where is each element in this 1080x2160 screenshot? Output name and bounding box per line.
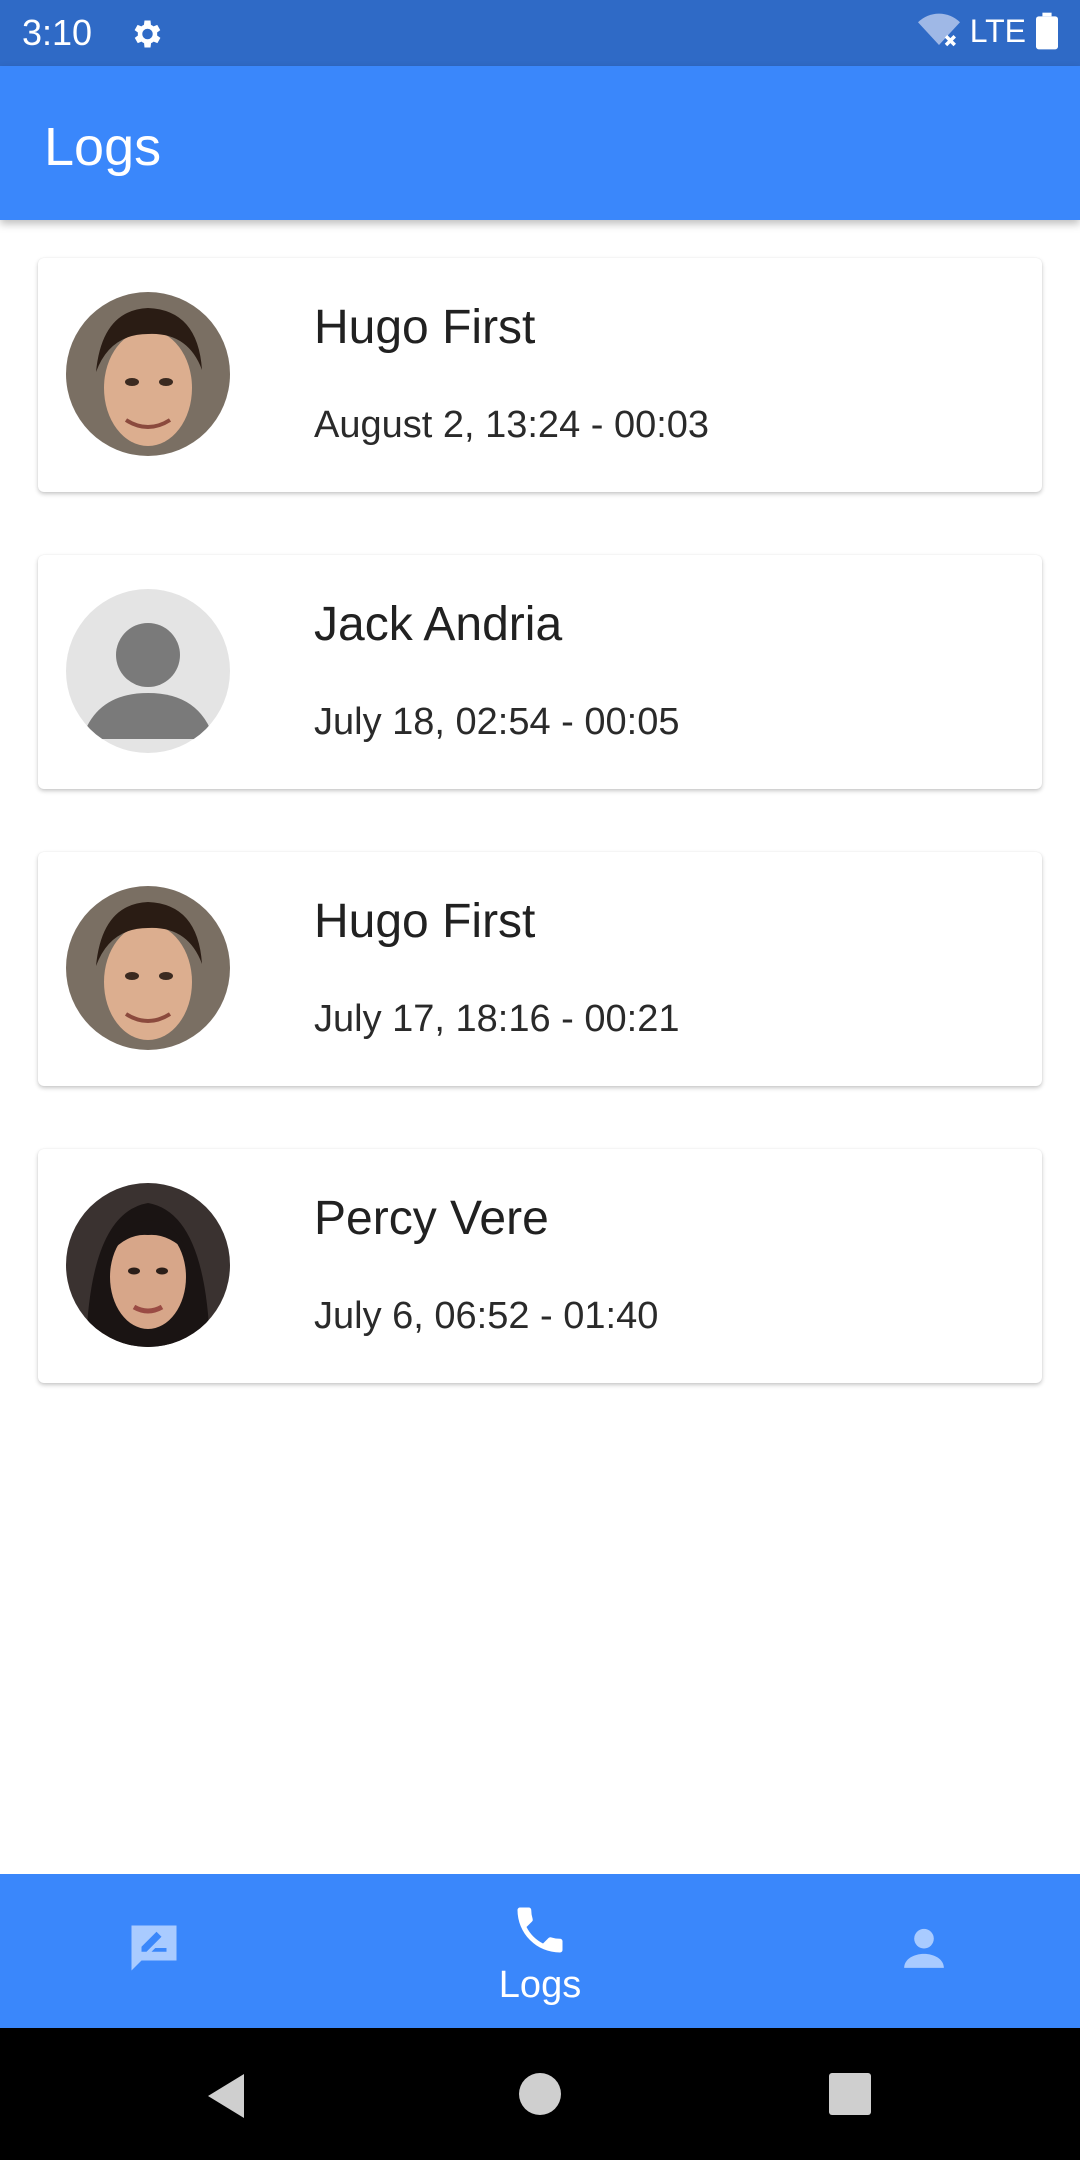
contact-name: Hugo First — [314, 895, 536, 948]
app-bar: Logs — [0, 66, 1080, 220]
gear-icon — [134, 20, 161, 48]
battery-icon — [1036, 12, 1058, 50]
page-title: Logs — [44, 117, 162, 177]
log-item[interactable]: Hugo First August 2, 13:24 - 00:03 — [38, 258, 1042, 492]
avatar-placeholder — [66, 589, 230, 753]
call-time-duration: July 17, 18:16 - 00:21 — [314, 998, 680, 1040]
phone-icon — [517, 1907, 563, 1953]
bottom-nav: Logs — [0, 1874, 1080, 2028]
person-icon — [904, 1928, 944, 1968]
avatar — [66, 292, 230, 456]
call-time-duration: July 6, 06:52 - 01:40 — [314, 1295, 659, 1337]
log-item[interactable]: Hugo First July 17, 18:16 - 00:21 — [38, 852, 1042, 1086]
contact-name: Jack Andria — [314, 598, 563, 651]
call-time-duration: August 2, 13:24 - 00:03 — [314, 404, 710, 446]
recents-icon[interactable] — [828, 2072, 872, 2116]
log-list: Hugo First August 2, 13:24 - 00:03 Jack … — [38, 258, 1042, 1446]
back-icon[interactable] — [204, 2072, 248, 2120]
avatar — [66, 886, 230, 1050]
message-edit-icon — [131, 1925, 177, 1971]
nav-item-messages[interactable] — [0, 1874, 360, 2028]
wifi-off-icon — [917, 13, 960, 47]
status-bar: 3:10 LTE — [0, 0, 1080, 66]
network-type: LTE — [969, 12, 1026, 49]
nav-item-logs[interactable]: Logs — [360, 1874, 720, 2028]
status-icons: LTE — [917, 12, 1058, 50]
log-item[interactable]: Jack Andria July 18, 02:54 - 00:05 — [38, 555, 1042, 789]
avatar — [66, 1183, 230, 1347]
nav-label: Logs — [498, 1964, 582, 2006]
log-item[interactable]: Percy Vere July 6, 06:52 - 01:40 — [38, 1149, 1042, 1383]
status-time: 3:10 — [22, 12, 93, 53]
call-time-duration: July 18, 02:54 - 00:05 — [314, 701, 680, 743]
contact-name: Percy Vere — [314, 1192, 549, 1245]
system-nav-bar — [0, 2028, 1080, 2160]
nav-item-profile[interactable] — [720, 1874, 1080, 2028]
home-icon[interactable] — [518, 2072, 562, 2116]
contact-name: Hugo First — [314, 301, 536, 354]
